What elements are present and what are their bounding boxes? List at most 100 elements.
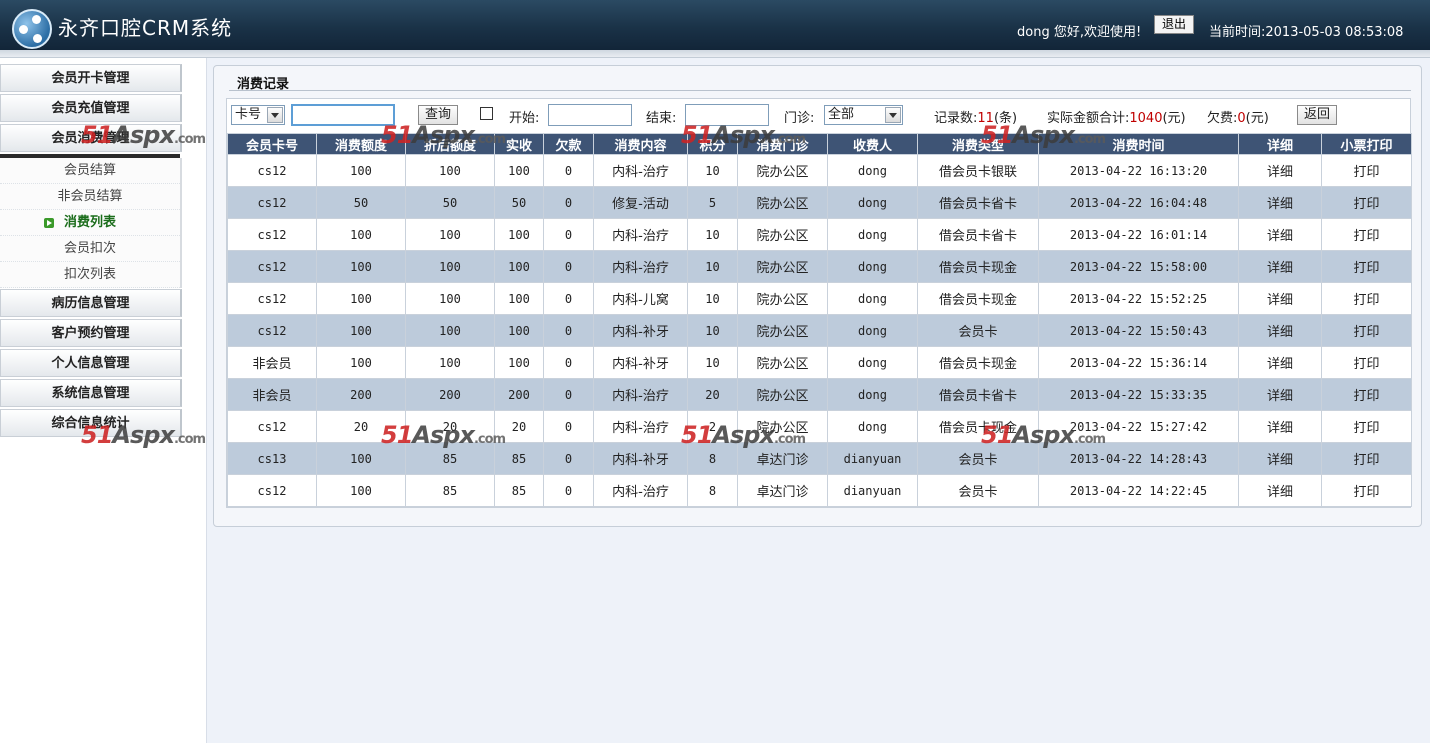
- table-cell: dong: [827, 314, 918, 347]
- table-cell: 会员卡: [917, 314, 1039, 347]
- clinic-select-value: 全部: [828, 107, 855, 122]
- table-cell: 内科-补牙: [593, 442, 688, 475]
- clinic-select[interactable]: 全部: [824, 105, 903, 125]
- debt-total: 欠费:0(元): [1207, 107, 1269, 126]
- print-link[interactable]: 打印: [1321, 314, 1412, 347]
- search-input[interactable]: [291, 104, 395, 126]
- detail-link[interactable]: 详细: [1238, 474, 1322, 507]
- detail-link[interactable]: 详细: [1238, 442, 1322, 475]
- table-cell: 50: [405, 186, 495, 219]
- sidebar-menu-card-open[interactable]: 会员开卡管理: [0, 64, 182, 92]
- print-link[interactable]: 打印: [1321, 282, 1412, 315]
- sidebar-menu-records[interactable]: 病历信息管理: [0, 289, 182, 317]
- column-header: 会员卡号: [227, 133, 317, 155]
- table-cell: 8: [687, 442, 738, 475]
- print-link[interactable]: 打印: [1321, 218, 1412, 251]
- table-cell: 院办公区: [737, 410, 828, 443]
- print-link[interactable]: 打印: [1321, 346, 1412, 379]
- detail-link[interactable]: 详细: [1238, 282, 1322, 315]
- debt-total-prefix: 欠费:: [1207, 111, 1238, 126]
- sidebar-item-consumption-list[interactable]: 消费列表: [0, 210, 180, 236]
- table-cell: 20: [405, 410, 495, 443]
- table-cell: 100: [405, 154, 495, 187]
- sidebar-item-member-checkout[interactable]: 会员结算: [0, 158, 180, 184]
- table-cell: 20: [494, 410, 544, 443]
- print-link[interactable]: 打印: [1321, 442, 1412, 475]
- sidebar-item-nonmember-checkout[interactable]: 非会员结算: [0, 184, 180, 210]
- table-cell: 0: [543, 378, 594, 411]
- date-filter-checkbox[interactable]: [480, 107, 493, 120]
- table-cell: cs12: [227, 314, 317, 347]
- table-row: 非会员 100 100 100 0 内科-补牙 10 院办公区 dong 借会员卡现金 2013-0…: [227, 346, 1412, 379]
- table-cell: 借会员卡省卡: [917, 378, 1039, 411]
- print-link[interactable]: 打印: [1321, 186, 1412, 219]
- table-cell: 10: [687, 218, 738, 251]
- table-cell: 10: [687, 154, 738, 187]
- table-row: cs12 20 20 20 0 内科-治疗 2 院办公区 dong 借会员卡现金 2013-04-2…: [227, 410, 1412, 443]
- table-cell: 20: [316, 410, 406, 443]
- table-cell: dong: [827, 282, 918, 315]
- amount-total-prefix: 实际金额合计:: [1047, 111, 1130, 126]
- detail-link[interactable]: 详细: [1238, 346, 1322, 379]
- detail-link[interactable]: 详细: [1238, 410, 1322, 443]
- search-type-select[interactable]: 卡号: [231, 105, 285, 125]
- sidebar-menu-appointments[interactable]: 客户预约管理: [0, 319, 182, 347]
- table-cell: 内科-治疗: [593, 378, 688, 411]
- sidebar-menu-recharge[interactable]: 会员充值管理: [0, 94, 182, 122]
- detail-link[interactable]: 详细: [1238, 250, 1322, 283]
- table-cell: 50: [316, 186, 406, 219]
- detail-link[interactable]: 详细: [1238, 154, 1322, 187]
- print-link[interactable]: 打印: [1321, 378, 1412, 411]
- print-link[interactable]: 打印: [1321, 410, 1412, 443]
- sidebar-item-deduct-list[interactable]: 扣次列表: [0, 262, 180, 288]
- table-cell: 2013-04-22 15:27:42: [1038, 410, 1239, 443]
- table-cell: 借会员卡现金: [917, 410, 1039, 443]
- amount-total-suffix: (元): [1162, 111, 1186, 126]
- start-date-input[interactable]: [548, 104, 632, 126]
- table-cell: 100: [316, 154, 406, 187]
- logout-button[interactable]: 退出: [1154, 15, 1194, 34]
- sidebar-item-member-deduct[interactable]: 会员扣次: [0, 236, 180, 262]
- table-cell: dong: [827, 154, 918, 187]
- table-cell: 100: [405, 218, 495, 251]
- sidebar-menu-consumption[interactable]: 会员消费管理: [0, 124, 182, 152]
- table-row: cs12 100 100 100 0 内科-儿窝 10 院办公区 dong 借会员卡现金 2013-…: [227, 282, 1412, 315]
- table-cell: 100: [316, 346, 406, 379]
- print-link[interactable]: 打印: [1321, 250, 1412, 283]
- print-link[interactable]: 打印: [1321, 154, 1412, 187]
- sidebar-menu-personal[interactable]: 个人信息管理: [0, 349, 182, 377]
- table-cell: 200: [494, 378, 544, 411]
- table-cell: 借会员卡现金: [917, 250, 1039, 283]
- detail-link[interactable]: 详细: [1238, 378, 1322, 411]
- table-cell: 100: [316, 282, 406, 315]
- table-cell: 2013-04-22 15:33:35: [1038, 378, 1239, 411]
- table-cell: 200: [405, 378, 495, 411]
- table-cell: 10: [687, 346, 738, 379]
- sidebar-menu-system[interactable]: 系统信息管理: [0, 379, 182, 407]
- record-count-prefix: 记录数:: [934, 111, 978, 126]
- table-cell: 100: [316, 218, 406, 251]
- table-cell: 内科-儿窝: [593, 282, 688, 315]
- table-cell: 0: [543, 250, 594, 283]
- detail-link[interactable]: 详细: [1238, 218, 1322, 251]
- table-row: cs12 50 50 50 0 修复-活动 5 院办公区 dong 借会员卡省卡 2013-04-2…: [227, 186, 1412, 219]
- consumption-table: 会员卡号 消费额度 折后额度 实收 欠款 消费内容 积分 消费门诊 收费人 消费类型 消费时间 详细小…: [227, 133, 1412, 507]
- table-cell: dong: [827, 410, 918, 443]
- user-greeting: dong 您好,欢迎使用!: [1017, 25, 1142, 40]
- end-date-input[interactable]: [685, 104, 769, 126]
- table-cell: 卓达门诊: [737, 442, 828, 475]
- table-cell: 院办公区: [737, 314, 828, 347]
- app-logo: [12, 9, 52, 49]
- table-cell: 2013-04-22 15:52:25: [1038, 282, 1239, 315]
- detail-link[interactable]: 详细: [1238, 314, 1322, 347]
- back-button[interactable]: 返回: [1297, 105, 1337, 125]
- table-cell: 0: [543, 218, 594, 251]
- sidebar-menu-statistics[interactable]: 综合信息统计: [0, 409, 182, 437]
- query-button[interactable]: 查询: [418, 105, 458, 125]
- detail-link[interactable]: 详细: [1238, 186, 1322, 219]
- table-cell: 借会员卡现金: [917, 282, 1039, 315]
- print-link[interactable]: 打印: [1321, 474, 1412, 507]
- table-cell: 100: [316, 250, 406, 283]
- debt-total-value: 0: [1237, 111, 1246, 126]
- table-cell: 内科-补牙: [593, 314, 688, 347]
